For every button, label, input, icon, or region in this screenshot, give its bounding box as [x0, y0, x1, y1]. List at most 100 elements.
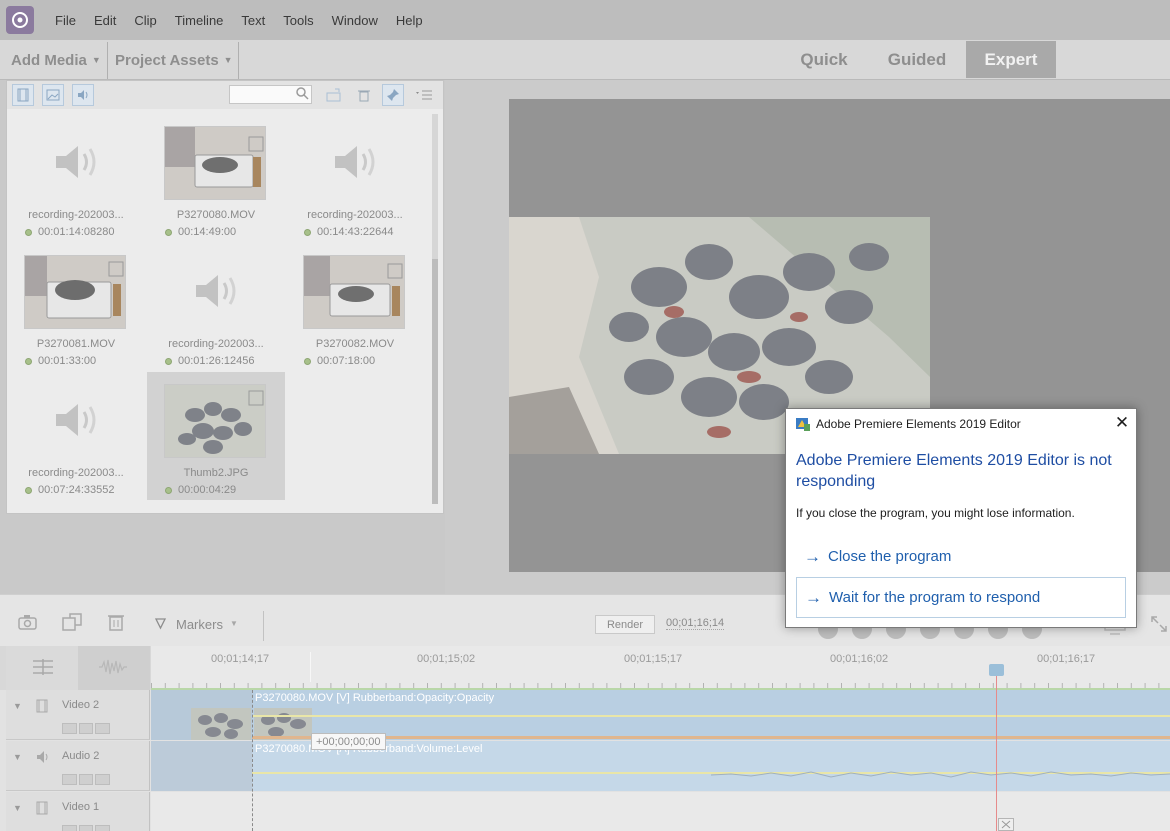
filter-audio-icon[interactable] — [72, 84, 94, 106]
keyframe-controls[interactable] — [62, 825, 111, 831]
asset-duration: 00:07:18:00 — [304, 355, 375, 367]
pin-icon[interactable] — [382, 84, 404, 106]
duplicate-icon[interactable] — [62, 613, 82, 636]
asset-name: recording-202003... — [28, 209, 124, 221]
assets-scrollbar[interactable] — [432, 114, 438, 504]
menu-window[interactable]: Window — [323, 13, 387, 28]
audio-waveform-button[interactable] — [78, 646, 150, 690]
asset-item-selected[interactable]: Thumb2.JPG 00:00:04:29 — [147, 372, 285, 500]
divider — [238, 42, 239, 79]
delete-icon[interactable] — [353, 84, 375, 106]
menu-edit[interactable]: Edit — [85, 13, 125, 28]
duration-text: 00:01:26:12456 — [178, 355, 255, 367]
opacity-rubberband[interactable] — [252, 715, 1170, 717]
scissors-icon[interactable] — [998, 818, 1014, 831]
speaker-icon[interactable] — [36, 750, 50, 769]
video-track-icon[interactable] — [36, 699, 48, 718]
track-expand-icon[interactable]: ▼ — [13, 701, 22, 711]
duration-text: 00:01:33:00 — [38, 355, 97, 367]
speaker-icon — [51, 400, 101, 445]
menu-timeline[interactable]: Timeline — [166, 13, 233, 28]
video-track-icon[interactable] — [36, 801, 48, 820]
assets-grid: recording-202003... 00:01:14:08280 P3270… — [7, 114, 427, 510]
timeline-ruler[interactable]: 00;01;14;17 00;01;15;02 00;01;15;17 00;0… — [151, 646, 1170, 690]
ruler-marker — [310, 652, 311, 682]
playhead-handle[interactable] — [989, 664, 1004, 676]
markers-menu[interactable]: Markers — [176, 617, 223, 632]
project-assets-label: Project Assets — [115, 51, 219, 69]
divider — [263, 611, 264, 641]
camera-icon[interactable] — [18, 613, 38, 636]
menu-help[interactable]: Help — [387, 13, 432, 28]
timecode-display[interactable]: 00;01;16;14 — [666, 617, 725, 630]
asset-duration: 00:01:14:08280 — [25, 226, 114, 238]
track-header-video-2: ▼ Video 2 — [6, 690, 150, 740]
status-dot-icon — [25, 357, 32, 365]
trash-icon[interactable] — [107, 613, 125, 636]
asset-item[interactable]: P3270082.MOV 00:07:18:00 — [286, 243, 424, 371]
tab-guided[interactable]: Guided — [874, 41, 960, 78]
menu-text[interactable]: Text — [232, 13, 274, 28]
asset-item[interactable]: recording-202003... 00:07:24:33552 — [7, 372, 145, 500]
asset-item[interactable]: recording-202003... 00:01:14:08280 — [7, 114, 145, 242]
project-assets-button[interactable]: Project Assets ▼ — [105, 40, 233, 80]
duration-text: 00:07:18:00 — [317, 355, 376, 367]
new-folder-icon[interactable] — [323, 84, 345, 106]
project-assets-panel: recording-202003... 00:01:14:08280 P3270… — [6, 80, 444, 514]
asset-duration: 00:00:04:29 — [165, 484, 236, 496]
close-icon[interactable]: ✕ — [1113, 413, 1131, 432]
close-program-button[interactable]: → Close the program — [796, 536, 1126, 577]
status-dot-icon — [165, 486, 172, 494]
asset-item[interactable]: P3270080.MOV 00:14:49:00 — [147, 114, 285, 242]
tab-quick[interactable]: Quick — [784, 41, 864, 78]
render-button[interactable]: Render — [595, 615, 655, 634]
filter-video-icon[interactable] — [12, 84, 34, 106]
track-size-icon[interactable] — [32, 658, 54, 681]
marker-icon — [154, 617, 167, 635]
menu-file[interactable]: File — [46, 13, 85, 28]
asset-name: recording-202003... — [168, 338, 264, 350]
menu-clip[interactable]: Clip — [125, 13, 165, 28]
fullscreen-icon[interactable] — [1150, 615, 1168, 638]
asset-item[interactable]: P3270081.MOV 00:01:33:00 — [7, 243, 145, 371]
chevron-down-icon: ▼ — [230, 619, 238, 628]
menu-bar: File Edit Clip Timeline Text Tools Windo… — [0, 0, 1170, 40]
timeline-header-controls — [6, 646, 150, 690]
status-dot-icon — [165, 228, 172, 236]
tab-expert[interactable]: Expert — [966, 41, 1056, 78]
arrow-right-icon: → — [804, 546, 821, 566]
clip-label: P3270080.MOV [V] Rubberband:Opacity:Opac… — [255, 692, 495, 704]
chevron-down-icon: ▼ — [223, 55, 233, 65]
duration-text: 00:01:14:08280 — [38, 226, 115, 238]
add-media-button[interactable]: Add Media ▼ — [1, 40, 101, 80]
wait-for-program-button[interactable]: → Wait for the program to respond — [796, 577, 1126, 618]
scrollbar-thumb[interactable] — [432, 259, 438, 504]
clip-prev[interactable] — [151, 741, 252, 791]
premiere-elements-logo-icon[interactable] — [6, 6, 34, 34]
track-expand-icon[interactable]: ▼ — [13, 803, 22, 813]
image-thumbnail — [164, 384, 266, 458]
asset-name: recording-202003... — [307, 209, 403, 221]
keyframe-controls[interactable] — [62, 723, 111, 734]
timeline-tracks: ▼ Video 2 P3270080.MOV [V] Rubberband:Op… — [0, 690, 1170, 831]
playhead[interactable] — [996, 664, 997, 831]
menu-tools[interactable]: Tools — [274, 13, 322, 28]
track-lane-video-1[interactable] — [151, 792, 1170, 831]
panel-menu-icon[interactable] — [413, 84, 435, 106]
speaker-icon — [330, 142, 380, 187]
asset-name: Thumb2.JPG — [183, 467, 249, 479]
keyframe-controls[interactable] — [62, 774, 111, 785]
ruler-label: 00;01;16;02 — [830, 653, 889, 665]
track-lane-video-2[interactable]: P3270080.MOV [V] Rubberband:Opacity:Opac… — [151, 690, 1170, 740]
close-program-label: Close the program — [828, 548, 952, 565]
track-lane-audio-2[interactable]: P3270080.MOV [A] Rubberband:Volume:Level — [151, 741, 1170, 791]
track-expand-icon[interactable]: ▼ — [13, 752, 22, 762]
wait-for-program-label: Wait for the program to respond — [829, 589, 1041, 606]
mode-bar: Add Media ▼ Project Assets ▼ Quick Guided … — [0, 40, 1170, 80]
track-name: Audio 2 — [62, 750, 100, 762]
dialog-titlebar[interactable]: Adobe Premiere Elements 2019 Editor ✕ — [786, 409, 1136, 439]
asset-item[interactable]: recording-202003... 00:14:43:22644 — [286, 114, 424, 242]
track-name: Video 1 — [62, 801, 100, 813]
asset-item[interactable]: recording-202003... 00:01:26:12456 — [147, 243, 285, 371]
filter-image-icon[interactable] — [42, 84, 64, 106]
